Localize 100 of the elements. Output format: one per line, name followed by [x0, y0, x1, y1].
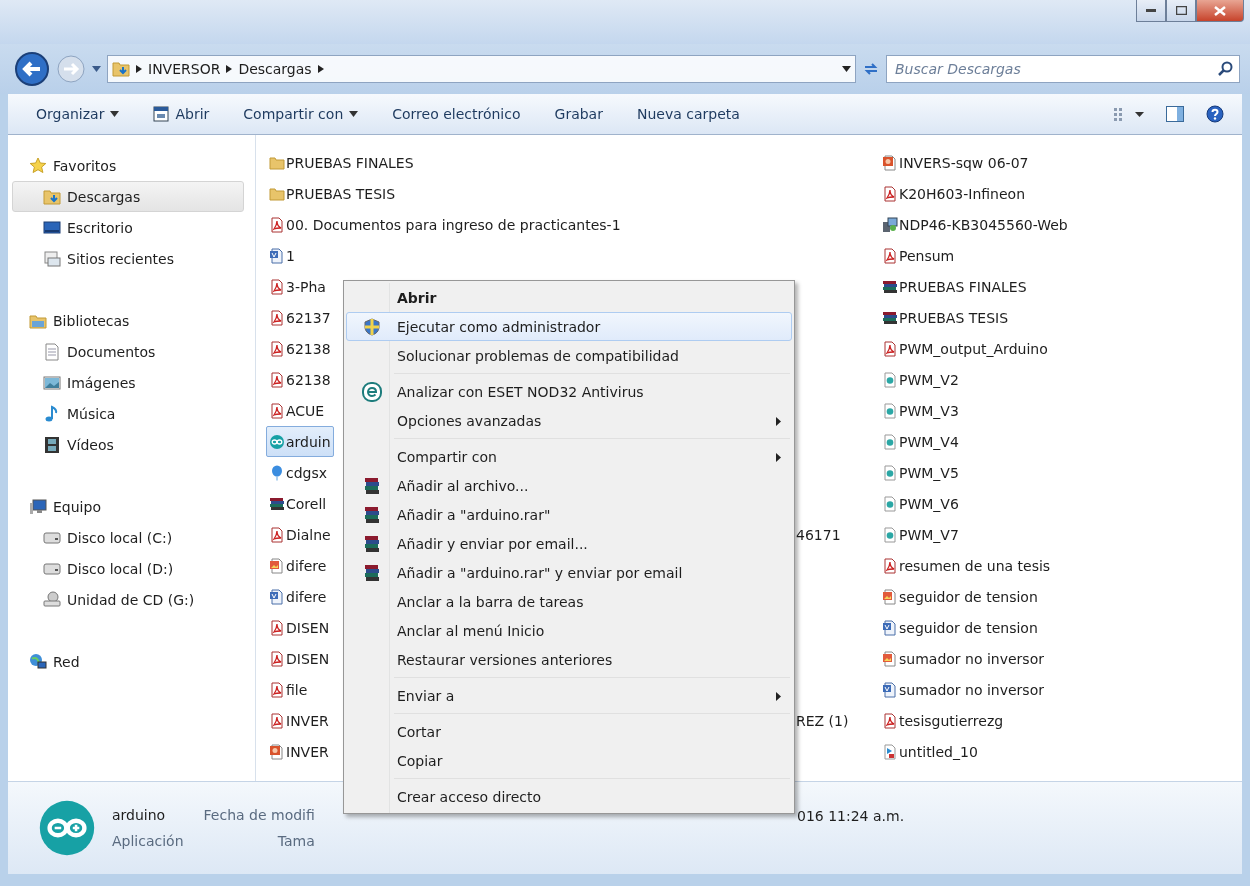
file-item[interactable]: Dialne: [266, 519, 334, 550]
file-item[interactable]: cdgsx: [266, 457, 331, 488]
file-item[interactable]: PWM_V3: [879, 395, 962, 426]
caret-icon[interactable]: [842, 66, 851, 72]
file-item[interactable]: K20H603-Infineon: [879, 178, 1029, 209]
sidebar-item[interactable]: Unidad de CD (G:): [12, 584, 244, 615]
file-item[interactable]: NDP46-KB3045560-Web: [879, 209, 1071, 240]
menu-item[interactable]: Copiar: [346, 746, 792, 775]
search-field[interactable]: Buscar Descargas: [886, 55, 1240, 83]
file-item[interactable]: DISEN: [266, 612, 333, 643]
file-item[interactable]: PWM_V6: [879, 488, 962, 519]
file-item[interactable]: PRUEBAS TESIS: [266, 178, 399, 209]
maximize-button[interactable]: [1166, 0, 1196, 22]
history-dropdown[interactable]: [92, 66, 101, 72]
file-item[interactable]: PWM_V2: [879, 364, 962, 395]
book-stack-icon: [364, 476, 380, 495]
sidebar-item[interactable]: Sitios recientes: [12, 243, 244, 274]
book-stack-icon: [364, 534, 380, 553]
file-item[interactable]: difere: [266, 581, 330, 612]
close-button[interactable]: [1196, 0, 1244, 22]
book-stack-icon: [882, 309, 898, 326]
menu-item[interactable]: Ejecutar como administrador: [346, 312, 792, 341]
file-item[interactable]: PRUEBAS TESIS: [879, 302, 1012, 333]
file-item[interactable]: DISEN: [266, 643, 333, 674]
menu-item[interactable]: Compartir con: [346, 442, 792, 471]
sidebar-item[interactable]: Disco local (D:): [12, 553, 244, 584]
file-name[interactable]: 46171: [796, 519, 841, 550]
file-item[interactable]: 3-Pha: [266, 271, 329, 302]
file-item[interactable]: PWM_V5: [879, 457, 962, 488]
toolbar-button[interactable]: Grabar: [544, 102, 613, 126]
file-item[interactable]: sumador no inversor: [879, 643, 1047, 674]
window-icon: [153, 106, 170, 122]
sidebar-item[interactable]: Música: [12, 398, 244, 429]
back-button[interactable]: [14, 51, 50, 87]
sidebar-item[interactable]: Bibliotecas: [12, 305, 244, 336]
file-item[interactable]: seguidor de tension: [879, 581, 1041, 612]
pdf-file-icon: [882, 185, 898, 202]
file-item[interactable]: sumador no inversor: [879, 674, 1047, 705]
sidebar-item[interactable]: Disco local (C:): [12, 522, 244, 553]
menu-item[interactable]: Añadir al archivo...: [346, 471, 792, 500]
file-name[interactable]: REZ (1): [796, 705, 849, 736]
file-item[interactable]: 00. Documentos para ingreso de practicantes-1: [266, 209, 624, 240]
menu-item[interactable]: Anclar al menú Inicio: [346, 616, 792, 645]
sketch-file-icon: [882, 495, 898, 512]
pdf-file-icon: [269, 712, 285, 729]
file-item[interactable]: resumen de una tesis: [879, 550, 1054, 581]
toolbar-button[interactable]: Nueva carpeta: [626, 102, 750, 126]
breadcrumb[interactable]: Descargas: [238, 61, 312, 77]
sidebar-item[interactable]: Red: [12, 646, 244, 677]
sidebar-item[interactable]: Descargas: [12, 181, 244, 212]
menu-item[interactable]: Cortar: [346, 717, 792, 746]
preview-pane-icon[interactable]: [1166, 106, 1184, 122]
file-item[interactable]: tesisgutierrezg: [879, 705, 1007, 736]
address-bar[interactable]: INVERSOR Descargas: [107, 55, 856, 83]
menu-item[interactable]: Crear acceso directo: [346, 782, 792, 811]
sidebar-item[interactable]: Vídeos: [12, 429, 244, 460]
menu-item[interactable]: Solucionar problemas de compatibilidad: [346, 341, 792, 370]
sidebar-item[interactable]: Equipo: [12, 491, 244, 522]
file-item[interactable]: PWM_V7: [879, 519, 962, 550]
menu-item[interactable]: Anclar a la barra de tareas: [346, 587, 792, 616]
file-item[interactable]: PWM_output_Arduino: [879, 333, 1051, 364]
sidebar-item[interactable]: Escritorio: [12, 212, 244, 243]
menu-item[interactable]: Añadir a "arduino.rar" y enviar por email: [346, 558, 792, 587]
file-item[interactable]: ACUE: [266, 395, 328, 426]
file-item[interactable]: PRUEBAS FINALES: [879, 271, 1030, 302]
minimize-button[interactable]: [1136, 0, 1166, 22]
menu-item[interactable]: Enviar a: [346, 681, 792, 710]
view-options-icon[interactable]: [1114, 107, 1144, 121]
file-item[interactable]: INVERS-sqw 06-07: [879, 147, 1032, 178]
sidebar-item[interactable]: Imágenes: [12, 367, 244, 398]
file-item[interactable]: arduin: [266, 426, 334, 457]
menu-item[interactable]: Añadir a "arduino.rar": [346, 500, 792, 529]
file-item[interactable]: PRUEBAS FINALES: [266, 147, 417, 178]
breadcrumb[interactable]: INVERSOR: [148, 61, 221, 77]
file-item[interactable]: seguidor de tension: [879, 612, 1041, 643]
file-item[interactable]: Corell: [266, 488, 330, 519]
file-item[interactable]: untitled_10: [879, 736, 981, 767]
file-item[interactable]: INVER: [266, 736, 332, 767]
file-item[interactable]: difere: [266, 550, 330, 581]
sidebar-item[interactable]: Favoritos: [12, 150, 244, 181]
toolbar-button[interactable]: Organizar: [26, 102, 130, 126]
file-item[interactable]: INVER: [266, 705, 332, 736]
file-item[interactable]: Pensum: [879, 240, 958, 271]
file-item[interactable]: 62138: [266, 333, 334, 364]
file-item[interactable]: file: [266, 674, 311, 705]
menu-item[interactable]: Añadir y enviar por email...: [346, 529, 792, 558]
menu-item[interactable]: Opciones avanzadas: [346, 406, 792, 435]
sidebar-item[interactable]: Documentos: [12, 336, 244, 367]
file-item[interactable]: PWM_V4: [879, 426, 962, 457]
toolbar-button[interactable]: Correo electrónico: [382, 102, 531, 126]
menu-item[interactable]: Analizar con ESET NOD32 Antivirus: [346, 377, 792, 406]
file-item[interactable]: 62138: [266, 364, 334, 395]
chevron-icon: [136, 65, 142, 73]
toolbar-button[interactable]: Abrir: [143, 102, 220, 126]
toolbar-button[interactable]: Compartir con: [233, 102, 369, 126]
menu-item[interactable]: Abrir: [346, 283, 792, 312]
menu-item[interactable]: Restaurar versiones anteriores: [346, 645, 792, 674]
help-icon[interactable]: [1206, 105, 1224, 123]
file-item[interactable]: 62137: [266, 302, 334, 333]
file-item[interactable]: 1: [266, 240, 298, 271]
